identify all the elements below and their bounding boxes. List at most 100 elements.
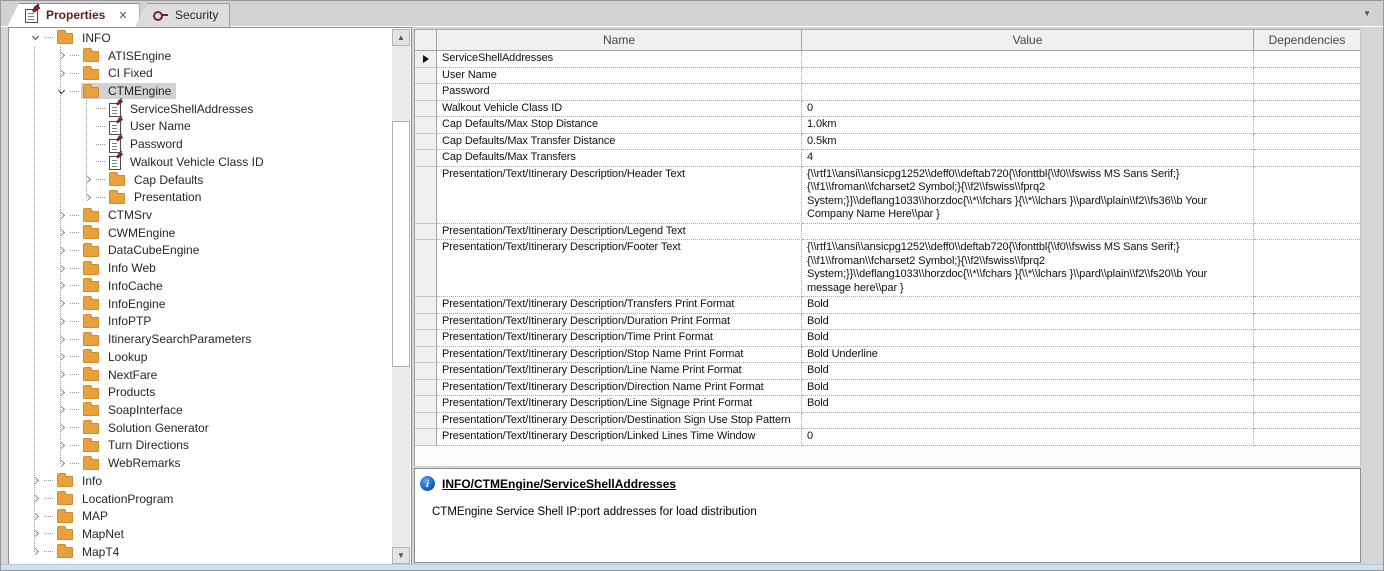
chevron-right-icon[interactable] xyxy=(57,353,65,361)
chevron-right-icon[interactable] xyxy=(57,424,65,432)
tree-item-infoengine[interactable]: InfoEngine xyxy=(10,295,392,313)
table-row-walkout-vehicle-class-id[interactable]: Walkout Vehicle Class ID 0 xyxy=(415,100,1360,117)
tree-item-cwmengine[interactable]: CWMEngine xyxy=(10,224,392,242)
chevron-right-icon[interactable] xyxy=(31,477,39,485)
chevron-right-icon[interactable] xyxy=(57,282,65,290)
tree-item-ci-fixed[interactable]: CI Fixed xyxy=(10,64,392,82)
tree-item-turn-directions[interactable]: Turn Directions xyxy=(10,437,392,455)
table-row-presentation-text-itinerary-description-footer-text[interactable]: Presentation/Text/Itinerary Description/… xyxy=(415,240,1360,297)
tree-item-atisengine[interactable]: ATISEngine xyxy=(10,47,392,65)
chevron-down-icon[interactable] xyxy=(31,33,39,41)
scroll-down-icon[interactable]: ▼ xyxy=(392,547,410,564)
table-row-cap-defaults-max-transfers[interactable]: Cap Defaults/Max Transfers 4 xyxy=(415,150,1360,167)
tree-item-solution-generator[interactable]: Solution Generator xyxy=(10,419,392,437)
chevron-right-icon[interactable] xyxy=(57,317,65,325)
column-header-value[interactable]: Value xyxy=(802,30,1254,50)
table-row-presentation-text-itinerary-description-duration-print-format[interactable]: Presentation/Text/Itinerary Description/… xyxy=(415,313,1360,330)
tab-security[interactable]: Security xyxy=(135,3,231,27)
scroll-up-icon[interactable]: ▲ xyxy=(392,29,410,46)
table-row-cap-defaults-max-stop-distance[interactable]: Cap Defaults/Max Stop Distance 1.0km xyxy=(415,117,1360,134)
chevron-right-icon[interactable] xyxy=(31,495,39,503)
row-selector[interactable] xyxy=(415,133,437,150)
table-row-presentation-text-itinerary-description-line-signage-print-format[interactable]: Presentation/Text/Itinerary Description/… xyxy=(415,396,1360,413)
row-selector[interactable] xyxy=(415,429,437,446)
chevron-right-icon[interactable] xyxy=(57,300,65,308)
tree-item-serviceshelladdresses[interactable]: ServiceShellAddresses xyxy=(10,100,392,118)
chevron-right-icon[interactable] xyxy=(57,370,65,379)
close-tab-icon[interactable]: ✕ xyxy=(118,9,127,22)
table-row-serviceshelladdresses[interactable]: ServiceShellAddresses xyxy=(415,51,1360,68)
scrollbar-thumb[interactable] xyxy=(392,121,410,367)
table-row-presentation-text-itinerary-description-linked-lines-time-window[interactable]: Presentation/Text/Itinerary Description/… xyxy=(415,429,1360,446)
table-row-presentation-text-itinerary-description-stop-name-print-format[interactable]: Presentation/Text/Itinerary Description/… xyxy=(415,346,1360,363)
row-selector[interactable] xyxy=(415,100,437,117)
row-selector[interactable] xyxy=(415,330,437,347)
tree-item-user-name[interactable]: User Name xyxy=(10,118,392,136)
row-selector[interactable] xyxy=(415,363,437,380)
tree-item-infocache[interactable]: InfoCache xyxy=(10,277,392,295)
table-row-presentation-text-itinerary-description-direction-name-print-format[interactable]: Presentation/Text/Itinerary Description/… xyxy=(415,379,1360,396)
chevron-right-icon[interactable] xyxy=(83,176,91,184)
chevron-right-icon[interactable] xyxy=(57,69,65,77)
chevron-right-icon[interactable] xyxy=(57,459,65,467)
table-row-presentation-text-itinerary-description-time-print-format[interactable]: Presentation/Text/Itinerary Description/… xyxy=(415,330,1360,347)
column-header-name[interactable]: Name xyxy=(437,30,802,50)
table-row-presentation-text-itinerary-description-header-text[interactable]: Presentation/Text/Itinerary Description/… xyxy=(415,166,1360,224)
tab-properties[interactable]: Properties ✕ xyxy=(7,3,140,27)
tree-item-webremarks[interactable]: WebRemarks xyxy=(10,454,392,472)
tree-item-products[interactable]: Products xyxy=(10,383,392,401)
tree-item-datacubeengine[interactable]: DataCubeEngine xyxy=(10,242,392,260)
row-selector[interactable] xyxy=(415,150,437,167)
tree-item-lookup[interactable]: Lookup xyxy=(10,348,392,366)
row-selector[interactable] xyxy=(415,84,437,101)
tree-item-nextfare[interactable]: NextFare xyxy=(10,366,392,384)
chevron-right-icon[interactable] xyxy=(57,211,65,219)
tree-item-infoptp[interactable]: InfoPTP xyxy=(10,313,392,331)
tree-item-mapt4[interactable]: MapT4 xyxy=(10,543,392,561)
row-selector[interactable] xyxy=(415,379,437,396)
table-row-user-name[interactable]: User Name xyxy=(415,67,1360,84)
tree-item-cap-defaults[interactable]: Cap Defaults xyxy=(10,171,392,189)
table-row-password[interactable]: Password xyxy=(415,84,1360,101)
chevron-right-icon[interactable] xyxy=(57,52,65,60)
table-row-cap-defaults-max-transfer-distance[interactable]: Cap Defaults/Max Transfer Distance 0.5km xyxy=(415,133,1360,150)
row-selector[interactable] xyxy=(415,313,437,330)
chevron-right-icon[interactable] xyxy=(31,512,39,520)
chevron-right-icon[interactable] xyxy=(57,388,65,396)
tree-item-walkout-vehicle-class-id[interactable]: Walkout Vehicle Class ID xyxy=(10,153,392,171)
row-selector[interactable] xyxy=(415,223,437,240)
tree-item-itinerarysearchparameters[interactable]: ItinerarySearchParameters xyxy=(10,330,392,348)
table-row-presentation-text-itinerary-description-legend-text[interactable]: Presentation/Text/Itinerary Description/… xyxy=(415,223,1360,240)
row-selector[interactable] xyxy=(415,166,437,224)
chevron-right-icon[interactable] xyxy=(31,548,39,556)
row-selector[interactable] xyxy=(415,117,437,134)
row-selector[interactable] xyxy=(415,67,437,84)
table-row-presentation-text-itinerary-description-destination-sign-use-stop-pattern[interactable]: Presentation/Text/Itinerary Description/… xyxy=(415,412,1360,429)
tree-item-password[interactable]: Password xyxy=(10,135,392,153)
tree-item-soapinterface[interactable]: SoapInterface xyxy=(10,401,392,419)
tree-item-mapnet[interactable]: MapNet xyxy=(10,525,392,543)
chevron-right-icon[interactable] xyxy=(57,229,65,237)
table-row-presentation-text-itinerary-description-line-name-print-format[interactable]: Presentation/Text/Itinerary Description/… xyxy=(415,363,1360,380)
table-row-presentation-text-itinerary-description-transfers-print-format[interactable]: Presentation/Text/Itinerary Description/… xyxy=(415,297,1360,314)
chevron-right-icon[interactable] xyxy=(83,193,91,201)
tree-item-map[interactable]: MAP xyxy=(10,507,392,525)
row-selector[interactable] xyxy=(415,297,437,314)
tab-list-dropdown-icon[interactable]: ▼ xyxy=(1363,9,1371,18)
chevron-right-icon[interactable] xyxy=(31,530,39,538)
row-selector[interactable] xyxy=(415,412,437,429)
chevron-right-icon[interactable] xyxy=(57,264,65,272)
tree-item-info-web[interactable]: Info Web xyxy=(10,259,392,277)
chevron-down-icon[interactable] xyxy=(57,86,65,94)
chevron-right-icon[interactable] xyxy=(57,246,65,255)
row-selector[interactable] xyxy=(415,346,437,363)
tree-item-info[interactable]: INFO xyxy=(10,29,392,47)
chevron-right-icon[interactable] xyxy=(57,335,65,343)
tree-item-info[interactable]: Info xyxy=(10,472,392,490)
tree-item-locationprogram[interactable]: LocationProgram xyxy=(10,490,392,508)
tree-item-ctmsrv[interactable]: CTMSrv xyxy=(10,206,392,224)
row-selector[interactable] xyxy=(415,396,437,413)
row-selector[interactable] xyxy=(415,51,437,68)
tree-item-ctmengine[interactable]: CTMEngine xyxy=(10,82,392,100)
row-selector[interactable] xyxy=(415,240,437,297)
